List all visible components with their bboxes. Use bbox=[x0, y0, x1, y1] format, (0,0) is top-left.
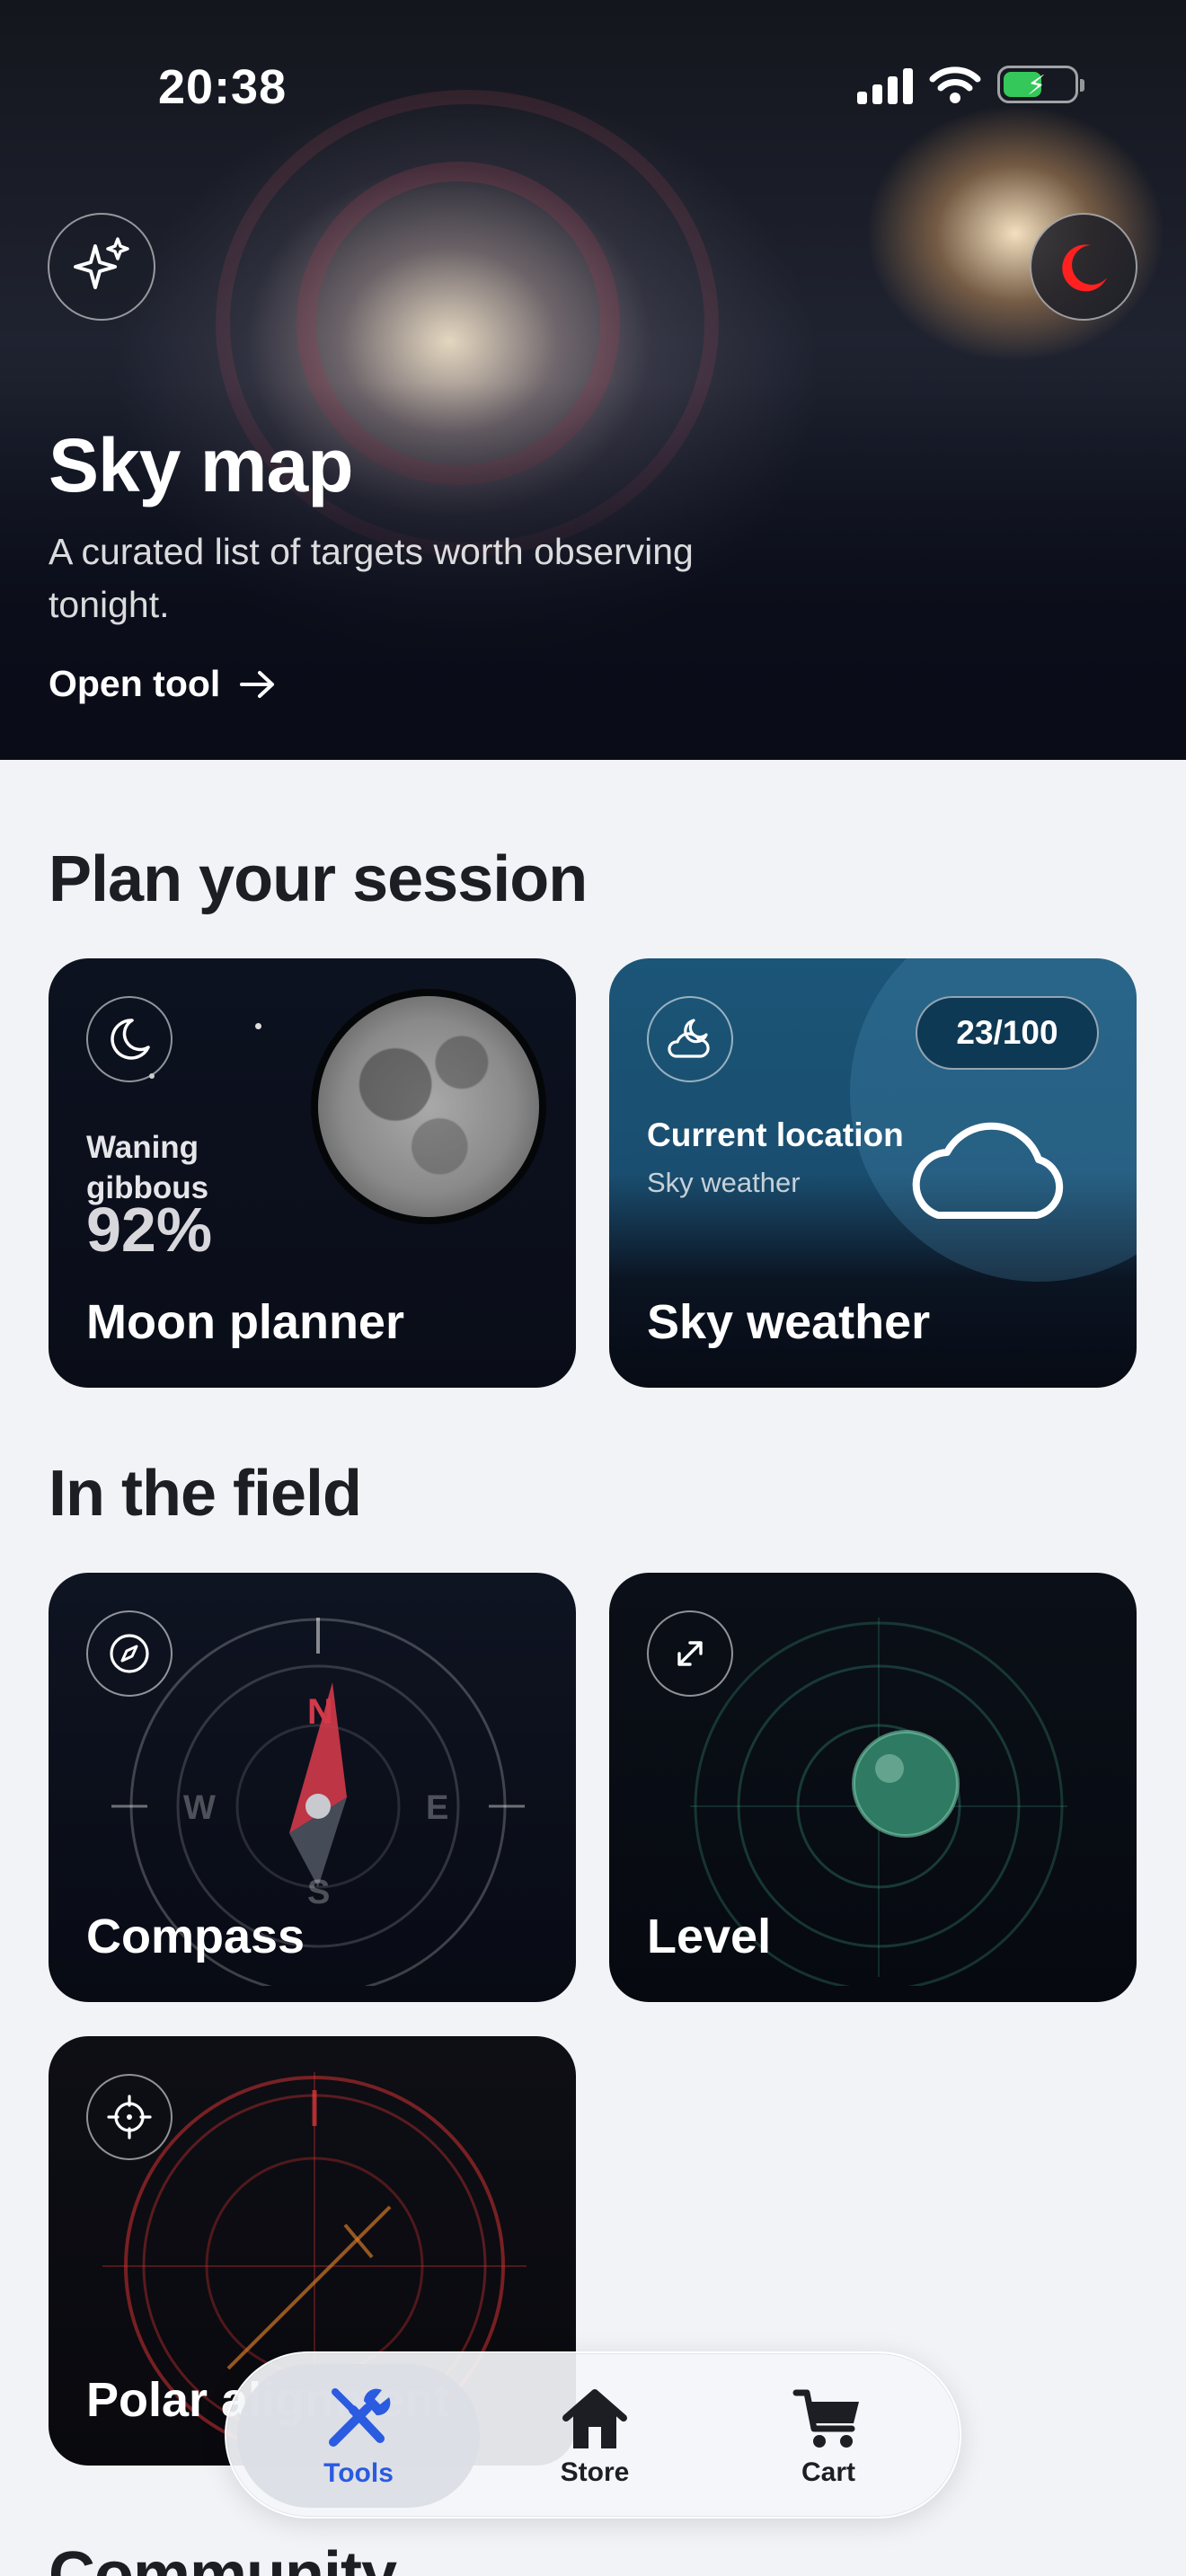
compass-north: N bbox=[307, 1692, 333, 1732]
open-tool-label: Open tool bbox=[49, 663, 221, 704]
section-title-plan: Plan your session bbox=[49, 843, 588, 915]
status-time: 20:38 bbox=[158, 60, 288, 114]
cloud-icon bbox=[912, 1122, 1064, 1219]
wifi-icon bbox=[929, 66, 981, 103]
tab-store-label: Store bbox=[560, 2457, 630, 2487]
compass-south: S bbox=[307, 1874, 330, 1911]
sky-score-badge: 23/100 bbox=[916, 996, 1099, 1070]
wrench-screwdriver-icon bbox=[329, 2388, 391, 2447]
tab-bar: Tools Store Cart bbox=[225, 2351, 961, 2519]
section-title-field: In the field bbox=[49, 1458, 362, 1530]
star-dot bbox=[255, 1023, 261, 1029]
sparkles-button[interactable] bbox=[48, 213, 155, 321]
house-icon bbox=[562, 2389, 627, 2448]
compass-card-icon-badge bbox=[86, 1610, 173, 1697]
expand-arrows-icon bbox=[677, 1641, 703, 1666]
tab-cart[interactable]: Cart bbox=[712, 2353, 945, 2520]
cloud-moon-icon bbox=[668, 1019, 710, 1058]
moon-red-icon bbox=[1062, 244, 1107, 292]
hero-description: A curated list of targets worth observin… bbox=[49, 531, 694, 625]
open-tool-link[interactable]: Open tool bbox=[49, 663, 278, 705]
moon-card-icon-badge bbox=[86, 996, 173, 1082]
weather-location: Current location bbox=[647, 1116, 904, 1153]
sparkles-icon bbox=[74, 237, 129, 289]
crescent-moon-icon bbox=[111, 1019, 150, 1060]
cellular-signal-icon bbox=[857, 65, 913, 104]
sky-weather-title: Sky weather bbox=[647, 1295, 931, 1349]
moon-illumination: 92% bbox=[86, 1195, 213, 1265]
cart-icon bbox=[792, 2389, 859, 2448]
moon-planner-title: Moon planner bbox=[86, 1295, 404, 1349]
level-title: Level bbox=[647, 1910, 772, 1963]
hero-banner[interactable]: 20:38 ⚡ Sky map A curated list of target… bbox=[0, 0, 1186, 760]
hero-title: Sky map bbox=[49, 423, 354, 507]
level-card-icon-badge bbox=[647, 1610, 733, 1697]
level-card[interactable]: Level bbox=[609, 1573, 1137, 2002]
moon-image bbox=[318, 996, 539, 1217]
polar-card-icon-badge bbox=[86, 2074, 173, 2160]
sky-weather-card[interactable]: 23/100 Current location Sky weather Sky … bbox=[609, 958, 1137, 1388]
tab-store[interactable]: Store bbox=[478, 2353, 712, 2520]
red-mode-button[interactable] bbox=[1030, 213, 1137, 321]
status-bar: 20:38 ⚡ bbox=[0, 52, 1186, 124]
crosshair-icon bbox=[107, 2095, 152, 2139]
compass-title: Compass bbox=[86, 1910, 305, 1963]
compass-east: E bbox=[426, 1789, 448, 1827]
section-title-community: Community bbox=[49, 2539, 397, 2576]
star-dot bbox=[149, 1073, 155, 1079]
compass-card[interactable]: N E S W Compass bbox=[49, 1573, 576, 2002]
tab-cart-label: Cart bbox=[801, 2457, 855, 2487]
weather-card-icon-badge bbox=[647, 996, 733, 1082]
compass-west: W bbox=[183, 1789, 216, 1827]
arrow-right-icon bbox=[240, 670, 275, 698]
tab-tools-label: Tools bbox=[323, 2458, 394, 2488]
weather-subtitle: Sky weather bbox=[647, 1167, 801, 1198]
moon-planner-card[interactable]: Waning gibbous 92% Moon planner bbox=[49, 958, 576, 1388]
compass-icon bbox=[110, 1634, 149, 1673]
tab-tools[interactable]: Tools bbox=[237, 2364, 480, 2508]
battery-icon: ⚡ bbox=[997, 66, 1084, 103]
